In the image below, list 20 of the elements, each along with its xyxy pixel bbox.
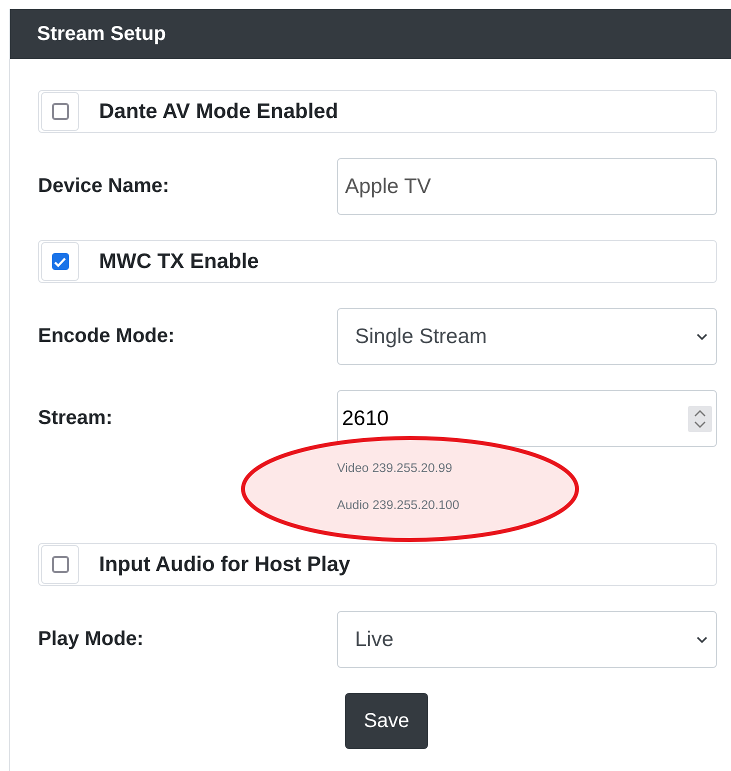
- checkbox-label: Dante AV Mode Enabled: [99, 100, 338, 124]
- text-field[interactable]: Apple TV: [337, 158, 717, 215]
- checkbox-label: Input Audio for Host Play: [99, 552, 350, 576]
- dropdown[interactable]: Single Stream: [337, 308, 717, 365]
- panel-title: Stream Setup: [37, 22, 166, 46]
- address-note: Video 239.255.20.99: [337, 460, 454, 477]
- chevron-down-icon: [696, 332, 708, 340]
- field-label: Play Mode:: [38, 626, 145, 652]
- spinner-icon[interactable]: [688, 406, 712, 432]
- checkbox[interactable]: [52, 103, 68, 120]
- chevron-down-icon: [696, 636, 708, 644]
- checkbox[interactable]: [52, 253, 68, 270]
- checkbox[interactable]: [52, 556, 68, 573]
- field-label: Device Name:: [38, 174, 170, 198]
- save-button[interactable]: Save: [345, 693, 428, 749]
- field-label: Encode Mode:: [38, 324, 176, 348]
- address-note: Audio 239.255.20.100: [337, 497, 460, 514]
- checkbox-label: MWC TX Enable: [99, 250, 259, 274]
- dropdown[interactable]: Live: [337, 611, 717, 668]
- field-label: Stream:: [38, 406, 114, 430]
